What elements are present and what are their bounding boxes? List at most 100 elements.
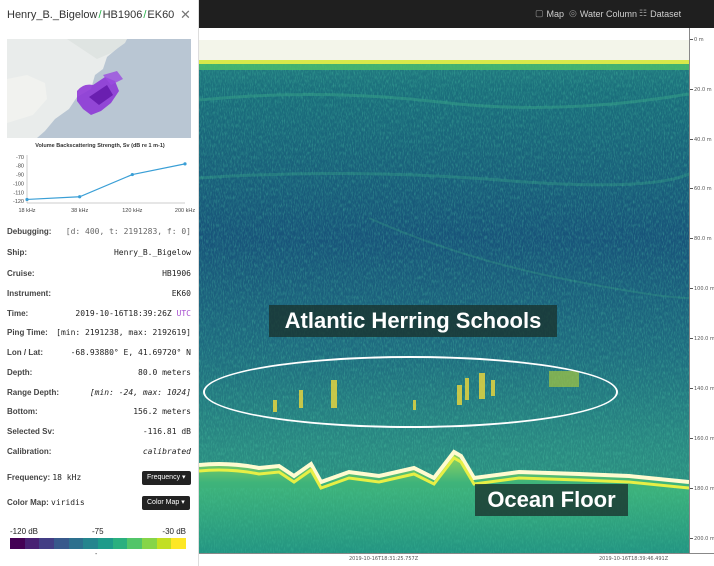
top-navbar: ▢ Map ◎ Water Column ☷ Dataset xyxy=(199,0,714,28)
x-tick-label: 120 kHz xyxy=(122,208,142,214)
colorbar-marker: - xyxy=(95,551,98,558)
depth-tick-label: 80.0 m xyxy=(690,236,714,242)
chart-title: Volume Backscattering Strength, Sv (dB r… xyxy=(35,143,165,149)
frequency-dropdown[interactable]: Frequency xyxy=(142,471,191,485)
ship-row: Ship: Henry_B._Bigelow xyxy=(7,248,191,262)
colorbar-swatch xyxy=(171,538,187,549)
time-stamp: 2019-10-16T18:39:26Z xyxy=(75,309,172,318)
depth-tick-label: 160.0 m xyxy=(690,436,714,442)
selected-sv-value: -116.81 dB xyxy=(142,427,191,436)
colorbar-swatch xyxy=(24,538,40,549)
colorbar-swatch xyxy=(83,538,99,549)
nav-map[interactable]: ▢ Map xyxy=(535,8,564,19)
colorbar-swatch xyxy=(98,538,113,549)
colorbar-swatch xyxy=(54,538,69,549)
herring-highlight-ellipse xyxy=(203,356,618,428)
frequency-readout: Frequency: 18 kHz xyxy=(7,473,81,482)
ship-value: Henry_B._Bigelow xyxy=(113,248,191,257)
title-separator: / xyxy=(98,9,102,21)
time-label: Time: xyxy=(7,309,29,318)
data-point xyxy=(183,162,187,166)
dataset-icon: ☷ xyxy=(639,8,648,18)
depth-row: Depth: 80.0 meters xyxy=(7,368,191,382)
colorbar-swatch xyxy=(68,538,84,549)
time-tick-label: 2019-10-16T18:31:25.757Z xyxy=(349,556,419,562)
range-depth-label: Range Depth: xyxy=(7,388,59,397)
cruise-label: Cruise: xyxy=(7,269,35,278)
title-separator: / xyxy=(143,9,147,21)
calibration-row: Calibration: calibrated xyxy=(7,447,191,461)
debugging-value: [d: 400, t: 2191283, f: 0] xyxy=(65,227,191,236)
x-tick-label: 18 kHz xyxy=(18,208,35,214)
depth-tick-label: 120.0 m xyxy=(690,336,714,342)
colormap-value: viridis xyxy=(51,498,85,507)
y-tick-label: -120 xyxy=(13,199,24,205)
y-tick-label: -110 xyxy=(13,190,24,196)
time-value: 2019-10-16T18:39:26Z UTC xyxy=(75,309,191,318)
bottom-value: 156.2 meters xyxy=(133,407,191,416)
calibration-value: calibrated xyxy=(142,447,191,456)
y-tick-label: -70 xyxy=(16,155,24,161)
chart-plot: -70 -80 -90 -100 -110 -120 18 kHz 38 kHz 120 kHz… xyxy=(13,155,195,214)
colorbar-labels: -120 dB -75 -30 dB xyxy=(10,527,186,537)
colorbar-mid-label: -75 xyxy=(92,527,104,536)
colorbar-min-label: -120 dB xyxy=(10,527,39,536)
frequency-value: 18 kHz xyxy=(52,473,82,482)
echogram-image xyxy=(199,28,689,553)
series-line xyxy=(26,163,186,201)
x-tick-label: 38 kHz xyxy=(71,208,88,214)
selected-sv-row: Selected Sv: -116.81 dB xyxy=(7,427,191,441)
close-icon[interactable]: ✕ xyxy=(180,7,191,23)
cruise-title[interactable]: HB1906 xyxy=(103,9,143,21)
colormap-dropdown[interactable]: Color Map xyxy=(142,496,190,510)
herring-annotation: Atlantic Herring Schools xyxy=(269,305,557,337)
cruise-track-map[interactable] xyxy=(7,39,191,138)
cruise-value: HB1906 xyxy=(162,269,191,278)
depth-tick-label: 0 m xyxy=(690,37,714,43)
bottom-label: Bottom: xyxy=(7,407,38,416)
colormap-label: Color Map: xyxy=(7,498,49,507)
depth-tick-label: 100.0 m xyxy=(690,286,714,292)
ship-title[interactable]: Henry_B._Bigelow xyxy=(7,9,98,21)
time-row: Time: 2019-10-16T18:39:26Z UTC xyxy=(7,309,191,323)
time-zone: UTC xyxy=(176,309,191,318)
panel-title: Henry_B._Bigelow/HB1906/EK60 xyxy=(7,9,174,21)
lon-lat-row: Lon / Lat: -68.93880° E, 41.69720° N xyxy=(7,348,191,362)
calibration-label: Calibration: xyxy=(7,447,52,456)
map-icon: ▢ xyxy=(535,8,544,18)
frequency-response-chart: Volume Backscattering Strength, Sv (dB r… xyxy=(5,141,195,216)
data-point xyxy=(130,172,134,177)
instrument-title[interactable]: EK60 xyxy=(147,9,174,21)
x-tick-label: 200 kHz xyxy=(175,208,195,214)
depth-tick-label: 180.0 m xyxy=(690,486,714,492)
colorbar-swatch xyxy=(127,538,143,549)
y-tick-label: -100 xyxy=(13,181,24,187)
cruise-row: Cruise: HB1906 xyxy=(7,269,191,283)
colorbar[interactable] xyxy=(10,538,187,549)
map-graphic xyxy=(7,39,191,138)
water-column-icon: ◎ xyxy=(569,8,577,18)
nav-map-label: Map xyxy=(546,8,565,19)
time-axis: 2019-10-16T18:31:25.757Z 2019-10-16T18:39… xyxy=(199,553,714,566)
nav-dataset[interactable]: ☷ Dataset xyxy=(639,8,681,19)
colorbar-max-label: -30 dB xyxy=(162,527,186,536)
data-point xyxy=(78,195,82,199)
time-tick-label: 2019-10-16T18:39:46.491Z xyxy=(599,556,669,562)
colormap-readout: Color Map: viridis xyxy=(7,498,85,507)
colorbar-swatch xyxy=(156,538,172,549)
info-panel: Henry_B._Bigelow/HB1906/EK60 ✕ Volume Ba… xyxy=(0,0,199,566)
ping-time-value: [min: 2191238, max: 2192619] xyxy=(56,328,191,337)
lon-lat-label: Lon / Lat: xyxy=(7,348,43,357)
nav-water-column[interactable]: ◎ Water Column xyxy=(569,8,637,19)
selected-sv-label: Selected Sv: xyxy=(7,427,55,436)
instrument-value: EK60 xyxy=(171,289,191,298)
instrument-label: Instrument: xyxy=(7,289,51,298)
nav-water-column-label: Water Column xyxy=(579,8,638,19)
depth-tick-label: 40.0 m xyxy=(690,137,714,143)
frequency-label: Frequency: xyxy=(7,473,51,482)
bottom-row: Bottom: 156.2 meters xyxy=(7,407,191,421)
echogram-canvas[interactable] xyxy=(199,28,689,553)
instrument-row: Instrument: EK60 xyxy=(7,289,191,303)
depth-tick-label: 20.0 m xyxy=(690,87,714,93)
colorbar-swatch xyxy=(112,538,128,549)
